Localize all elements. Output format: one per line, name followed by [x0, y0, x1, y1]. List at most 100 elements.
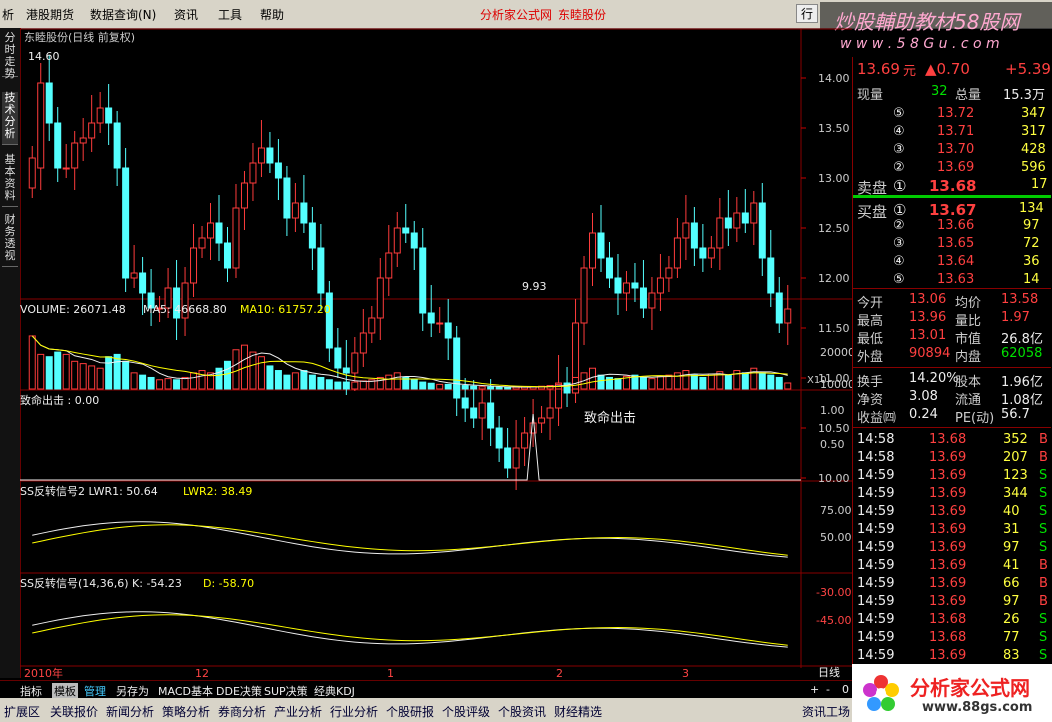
tab-tech-analysis[interactable]: 技术分析 — [2, 92, 18, 145]
fatal-label: 致命出击 : 0.00 — [20, 393, 99, 407]
tab-macd[interactable]: MACD基本 — [158, 683, 213, 699]
candle-body — [622, 282, 630, 294]
vol-tick-1: 20000 — [820, 346, 852, 359]
tab-manage[interactable]: 管理 — [84, 683, 106, 699]
nav-research[interactable]: 个股研报 — [386, 703, 434, 720]
period-label[interactable]: 日线 — [818, 665, 840, 679]
site-logo: 分析家公式网 www.88gs.com — [852, 664, 1052, 722]
nav-related-quote[interactable]: 关联报价 — [50, 703, 98, 720]
ss2-label: SS反转信号2 LWR1: 50.64 — [20, 484, 158, 498]
site-link[interactable]: 分析家公式网 — [480, 6, 552, 23]
ss-d-line — [32, 614, 788, 646]
menu-item-data-query[interactable]: 数据查询(N) — [90, 6, 156, 23]
tick-time: 14:59 — [857, 648, 895, 663]
kline-chart[interactable]: 14.00 13.50 13.00 12.50 12.00 11.50 1 1.00 10.50… — [20, 28, 852, 680]
nav-stock-news[interactable]: 个股资讯 — [498, 703, 546, 720]
tab-time-share[interactable]: 分时走势 — [2, 32, 18, 80]
bid-row: ④ 13.64 36 — [853, 253, 1051, 271]
volume-bar — [139, 374, 147, 390]
tick-time: 14:59 — [857, 558, 895, 573]
last-price: 13.69 — [857, 60, 900, 78]
bottom-nav: 扩展区 关联报价 新闻分析 策略分析 券商分析 产业分析 行业分析 个股研报 个… — [0, 698, 852, 722]
ask-volume: 347 — [1021, 106, 1046, 121]
candle-body — [368, 317, 376, 334]
volume-bar — [478, 386, 486, 390]
tick-price: 13.69 — [929, 468, 967, 483]
tick-volume: 97 — [1003, 594, 1020, 609]
volume-bar — [427, 382, 435, 390]
fatal-marker: 致命出击 — [584, 410, 636, 426]
candle-body — [733, 212, 741, 229]
candle-body — [444, 322, 452, 339]
volume-bar — [283, 374, 291, 390]
tick-row: 14:58 13.68 352 B — [853, 431, 1051, 449]
high-label: 14.60 — [28, 50, 60, 63]
tab-basic-info[interactable]: 基本资料 — [2, 154, 18, 207]
tick-side: S — [1039, 468, 1048, 483]
nav-broker[interactable]: 券商分析 — [218, 703, 266, 720]
volume-bar — [122, 360, 130, 390]
nav-industry-chain[interactable]: 产业分析 — [274, 703, 322, 720]
tick-volume: 26 — [1003, 612, 1020, 627]
bid-volume: 36 — [1023, 254, 1040, 269]
zoom-in-button[interactable]: + — [810, 683, 819, 696]
nav-sector[interactable]: 行业分析 — [330, 703, 378, 720]
candle-body — [521, 432, 529, 449]
stat-row: 最低 13.01 市值 26.8亿 — [853, 327, 1051, 347]
ss2-lwr2: LWR2: 38.49 — [183, 485, 252, 498]
menu-item-analysis[interactable]: 析 — [2, 6, 14, 23]
sell1-vol: 17 — [1031, 177, 1048, 192]
tick-row: 14:59 13.69 66 B — [853, 575, 1051, 593]
volume-bar — [393, 372, 401, 390]
tab-save-as[interactable]: 另存为 — [116, 683, 149, 699]
stat-label: PE(动) — [955, 411, 995, 426]
menu-item-help[interactable]: 帮助 — [260, 6, 284, 23]
nav-strategy[interactable]: 策略分析 — [162, 703, 210, 720]
nav-news[interactable]: 新闻分析 — [106, 703, 154, 720]
stock-name-link[interactable]: 东睦股份 — [558, 6, 606, 23]
tab-template[interactable]: 模板 — [52, 683, 78, 699]
candle-body — [589, 232, 597, 269]
menu-item-hk-futures[interactable]: 港股期货 — [26, 6, 74, 23]
volume-bar — [308, 374, 316, 390]
stat-row: 换手 14.20% 股本 1.96亿 — [853, 370, 1051, 390]
tick-time: 14:59 — [857, 486, 895, 501]
menu-item-tools[interactable]: 工具 — [218, 6, 242, 23]
candle-body — [758, 202, 766, 259]
bid-price: 13.66 — [937, 218, 975, 233]
nav-info-factory[interactable]: 资讯工场 — [802, 703, 850, 720]
tab-dde[interactable]: DDE决策 — [216, 683, 262, 699]
tick-volume: 31 — [1003, 522, 1020, 537]
tick-price: 13.68 — [929, 630, 967, 645]
zoom-out-button[interactable]: - — [826, 683, 830, 696]
sell1-price[interactable]: 13.68 — [929, 177, 976, 195]
tick-side: B — [1039, 576, 1048, 591]
tick-price: 13.69 — [929, 558, 967, 573]
tab-kdj[interactable]: 经典KDJ — [314, 683, 355, 699]
candle-body — [495, 427, 503, 449]
tab-indicator[interactable]: 指标 — [20, 683, 42, 699]
stat-label: 内盘 — [955, 350, 982, 365]
bid-volume: 97 — [1023, 218, 1040, 233]
tab-finance[interactable]: 财务透视 — [2, 214, 18, 267]
ask-level: ④ — [893, 124, 905, 139]
candle-body — [385, 252, 393, 279]
candle-body — [291, 202, 299, 219]
candle-body — [767, 257, 775, 294]
bid-price: 13.63 — [937, 272, 975, 287]
ss-d: D: -58.70 — [203, 577, 254, 590]
nav-extend[interactable]: 扩展区 — [4, 703, 40, 720]
volume-bar — [113, 353, 121, 390]
bid-price: 13.64 — [937, 254, 975, 269]
logo-title: 分析家公式网 — [910, 676, 1030, 700]
menu-item-news[interactable]: 资讯 — [174, 6, 198, 23]
zoom-reset-button[interactable]: 0 — [842, 683, 849, 696]
nav-finance-picks[interactable]: 财经精选 — [554, 703, 602, 720]
nav-rating[interactable]: 个股评级 — [442, 703, 490, 720]
quote-button[interactable]: 行 — [796, 4, 819, 23]
candle-body — [207, 222, 215, 239]
stat-row: 外盘 90894 内盘 62058 — [853, 345, 1051, 365]
stat-value: 0.24 — [909, 407, 938, 422]
candle-body — [648, 292, 656, 309]
tab-sup[interactable]: SUP决策 — [264, 683, 308, 699]
